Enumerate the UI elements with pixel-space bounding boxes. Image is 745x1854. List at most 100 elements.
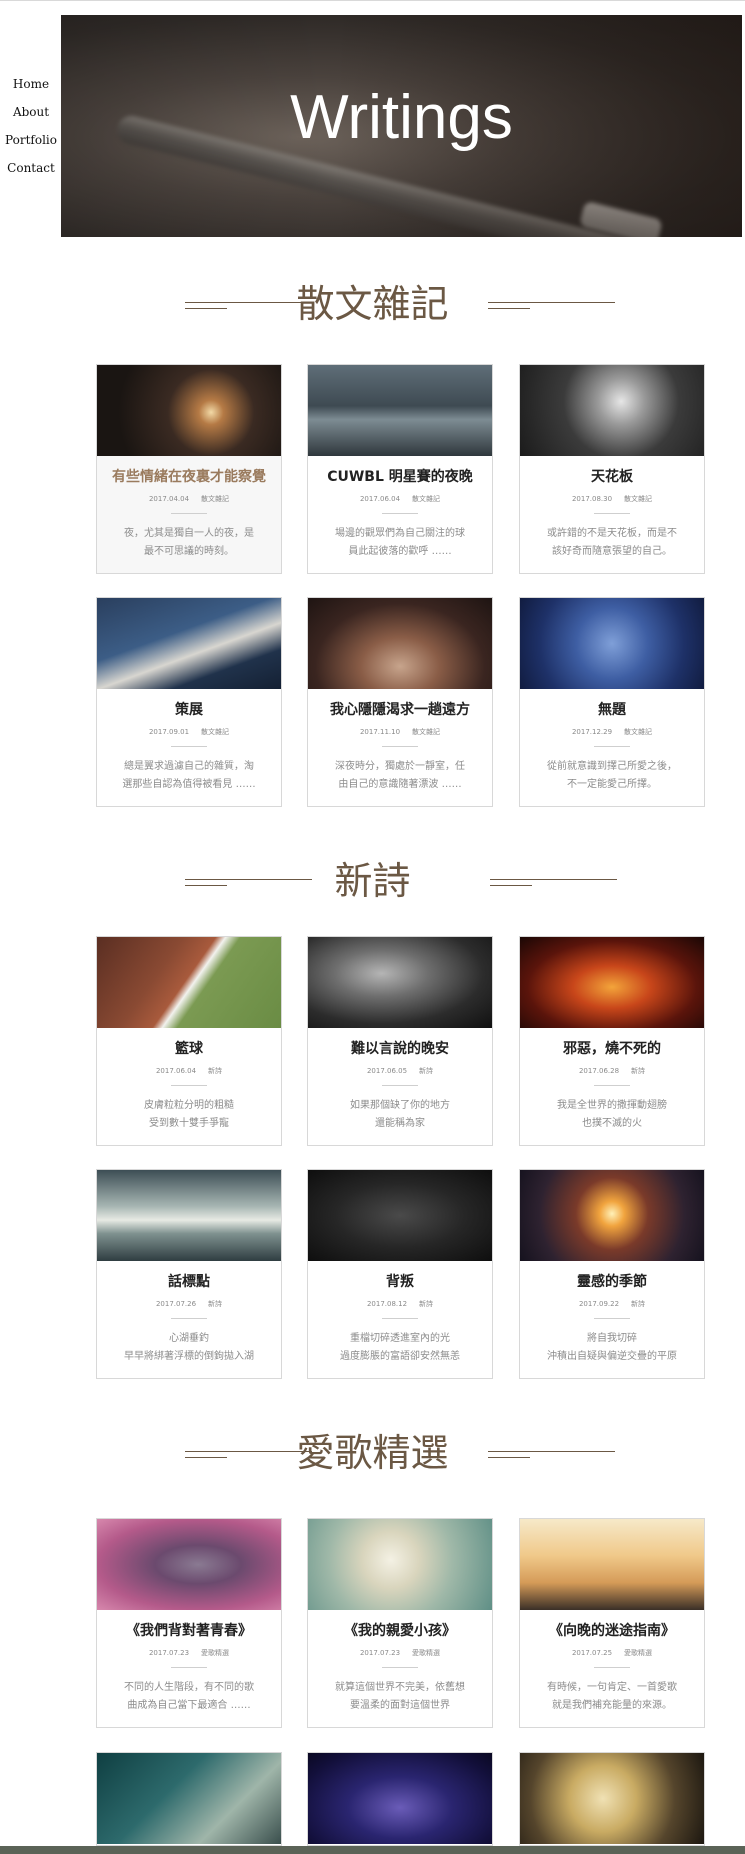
post-category: 新詩 xyxy=(419,1300,434,1308)
post-card[interactable]: CUWBL 明星賽的夜晚 2017.06.04 散文雜記 場邊的觀眾們為自己關注的… xyxy=(307,364,493,574)
post-excerpt: 皮膚粒粒分明的粗糙 受到數十雙手爭寵 xyxy=(144,1100,234,1129)
post-excerpt: 總是翼求過濾自己的雜質，淘 選那些自認為值得被看見 …… xyxy=(122,761,256,790)
post-date: 2017.06.05 xyxy=(366,1067,408,1075)
post-date: 2017.08.30 xyxy=(571,495,613,503)
post-date: 2017.07.23 xyxy=(148,1649,190,1657)
post-thumbnail xyxy=(97,1753,281,1844)
post-title: 《我的親愛小孩》 xyxy=(344,1623,456,1639)
post-excerpt: 不同的人生階段，有不同的歌 曲成為自己當下最適合 …… xyxy=(124,1682,254,1711)
post-card[interactable]: 《向晚的迷途指南》 2017.07.25 愛歌精選 有時候，一句肯定、一首愛歌 就是… xyxy=(519,1518,705,1728)
post-card[interactable]: 天花板 2017.08.30 散文雜記 或許錯的不是天花板，而是不 該好奇而隨意張望… xyxy=(519,364,705,574)
post-date: 2017.04.04 xyxy=(148,495,190,503)
post-meta: 2017.09.22 新詩 xyxy=(520,1299,704,1309)
post-date: 2017.06.04 xyxy=(155,1067,197,1075)
post-excerpt: 場邊的觀眾們為自己關注的球 員此起彼落的歡呼 …… xyxy=(335,528,465,557)
post-date: 2017.06.28 xyxy=(578,1067,620,1075)
post-thumbnail xyxy=(97,1519,281,1610)
post-card[interactable]: 策展 2017.09.01 散文雜記 總是翼求過濾自己的雜質，淘 選那些自認為值得被… xyxy=(96,597,282,807)
post-title: 難以言說的晚安 xyxy=(351,1041,449,1057)
nav-link-contact[interactable]: Contact xyxy=(0,154,62,182)
post-meta: 2017.04.04 散文雜記 xyxy=(97,494,281,504)
post-card[interactable]: 有些情緒在夜裏才能察覺 2017.04.04 散文雜記 夜，尤其是獨自一人的夜，是… xyxy=(96,364,282,574)
post-card[interactable]: 《我的親愛小孩》 2017.07.23 愛歌精選 就算這個世界不完美，依舊想 要溫柔… xyxy=(307,1518,493,1728)
post-thumbnail xyxy=(308,365,492,456)
post-date: 2017.08.12 xyxy=(366,1300,408,1308)
hero-banner: Writings xyxy=(61,15,742,237)
post-card[interactable]: 話標點 2017.07.26 新詩 心湖垂釣 早早將綁著浮標的倒鉤拋入湖 xyxy=(96,1169,282,1379)
post-meta: 2017.12.29 散文雜記 xyxy=(520,727,704,737)
post-card[interactable]: 《我們背對著青春》 2017.07.23 愛歌精選 不同的人生階段，有不同的歌 曲成… xyxy=(96,1518,282,1728)
post-date: 2017.11.10 xyxy=(359,728,401,736)
post-title: 《我們背對著青春》 xyxy=(126,1623,252,1639)
post-title: 話標點 xyxy=(168,1274,210,1290)
top-border xyxy=(0,0,745,1)
section-heading: 散文雜記 xyxy=(296,282,449,326)
nav-link-about[interactable]: About xyxy=(0,98,62,126)
post-title: 邪惡，燒不死的 xyxy=(563,1041,661,1057)
section-title-poems: 新詩 xyxy=(0,853,745,913)
post-card[interactable]: 籃球 2017.06.04 新詩 皮膚粒粒分明的粗糙 受到數十雙手爭寵 xyxy=(96,936,282,1146)
section-heading: 新詩 xyxy=(334,859,411,903)
post-thumbnail xyxy=(308,1519,492,1610)
section-title-songs: 愛歌精選 xyxy=(0,1425,745,1485)
post-excerpt: 心湖垂釣 早早將綁著浮標的倒鉤拋入湖 xyxy=(124,1333,254,1362)
post-card[interactable]: 背叛 2017.08.12 新詩 重檔切碎透進室內的光 過度膨脹的富語卻安然無恙 xyxy=(307,1169,493,1379)
post-card[interactable]: 難以言說的晚安 2017.06.05 新詩 如果那個缺了你的地方 還能稱為家 xyxy=(307,936,493,1146)
side-nav: Home About Portfolio Contact xyxy=(0,70,62,182)
post-thumbnail xyxy=(520,1519,704,1610)
post-title: 有些情緒在夜裏才能察覺 xyxy=(112,469,266,485)
post-meta: 2017.08.30 散文雜記 xyxy=(520,494,704,504)
post-excerpt: 將自我切碎 沖積出自疑與偏逆交疊的平原 xyxy=(547,1333,677,1362)
post-card[interactable] xyxy=(96,1752,282,1846)
post-meta: 2017.07.26 新詩 xyxy=(97,1299,281,1309)
post-category: 散文雜記 xyxy=(412,495,441,503)
post-title: 我心隱隱渴求一趟遠方 xyxy=(330,702,470,718)
post-title: CUWBL 明星賽的夜晚 xyxy=(327,469,473,485)
post-thumbnail xyxy=(97,1170,281,1261)
post-category: 新詩 xyxy=(631,1067,646,1075)
post-meta: 2017.09.01 散文雜記 xyxy=(97,727,281,737)
post-category: 新詩 xyxy=(419,1067,434,1075)
post-category: 愛歌精選 xyxy=(412,1649,441,1657)
post-title: 背叛 xyxy=(386,1274,414,1290)
post-excerpt: 從前就意識到擇己所愛之後， 不一定能愛己所擇。 xyxy=(547,761,677,790)
post-thumbnail xyxy=(97,365,281,456)
post-card[interactable]: 我心隱隱渴求一趟遠方 2017.11.10 散文雜記 深夜時分，獨處於一靜室，任由… xyxy=(307,597,493,807)
post-thumbnail xyxy=(97,937,281,1028)
post-card[interactable]: 靈感的季節 2017.09.22 新詩 將自我切碎 沖積出自疑與偏逆交疊的平原 xyxy=(519,1169,705,1379)
post-excerpt: 或許錯的不是天花板，而是不 該好奇而隨意張望的自己。 xyxy=(547,528,677,557)
nav-link-home[interactable]: Home xyxy=(0,70,62,98)
post-excerpt: 深夜時分，獨處於一靜室，任 由自己的意識隨著漂波 …… xyxy=(335,761,465,790)
nav-link-portfolio[interactable]: Portfolio xyxy=(0,126,62,154)
post-card[interactable]: 無題 2017.12.29 散文雜記 從前就意識到擇己所愛之後， 不一定能愛己所擇。 xyxy=(519,597,705,807)
post-card[interactable] xyxy=(307,1752,493,1846)
post-meta: 2017.08.12 新詩 xyxy=(308,1299,492,1309)
post-excerpt: 夜，尤其是獨自一人的夜，是 最不可思議的時刻。 xyxy=(124,528,254,557)
post-date: 2017.07.23 xyxy=(359,1649,401,1657)
post-excerpt: 有時候，一句肯定、一首愛歌 就是我們補充能量的來源。 xyxy=(547,1682,677,1711)
post-category: 新詩 xyxy=(208,1067,223,1075)
post-meta: 2017.06.04 散文雜記 xyxy=(308,494,492,504)
post-title: 《向晚的迷途指南》 xyxy=(549,1623,675,1639)
post-thumbnail xyxy=(520,598,704,689)
post-meta: 2017.07.23 愛歌精選 xyxy=(97,1648,281,1658)
bottom-bar xyxy=(0,1846,745,1854)
post-meta: 2017.07.25 愛歌精選 xyxy=(520,1648,704,1658)
post-date: 2017.07.25 xyxy=(571,1649,613,1657)
post-meta: 2017.06.28 新詩 xyxy=(520,1066,704,1076)
post-excerpt: 我是全世界的撒揮動翅膀 也撲不滅的火 xyxy=(557,1100,667,1129)
post-title: 策展 xyxy=(175,702,203,718)
post-date: 2017.09.01 xyxy=(148,728,190,736)
post-thumbnail xyxy=(97,598,281,689)
post-category: 散文雜記 xyxy=(412,728,441,736)
post-category: 散文雜記 xyxy=(201,495,230,503)
post-category: 散文雜記 xyxy=(624,728,653,736)
post-card[interactable]: 邪惡，燒不死的 2017.06.28 新詩 我是全世界的撒揮動翅膀 也撲不滅的火 xyxy=(519,936,705,1146)
post-date: 2017.12.29 xyxy=(571,728,613,736)
post-category: 新詩 xyxy=(208,1300,223,1308)
post-category: 散文雜記 xyxy=(624,495,653,503)
post-thumbnail xyxy=(308,937,492,1028)
post-card[interactable] xyxy=(519,1752,705,1846)
post-meta: 2017.06.05 新詩 xyxy=(308,1066,492,1076)
post-category: 散文雜記 xyxy=(201,728,230,736)
